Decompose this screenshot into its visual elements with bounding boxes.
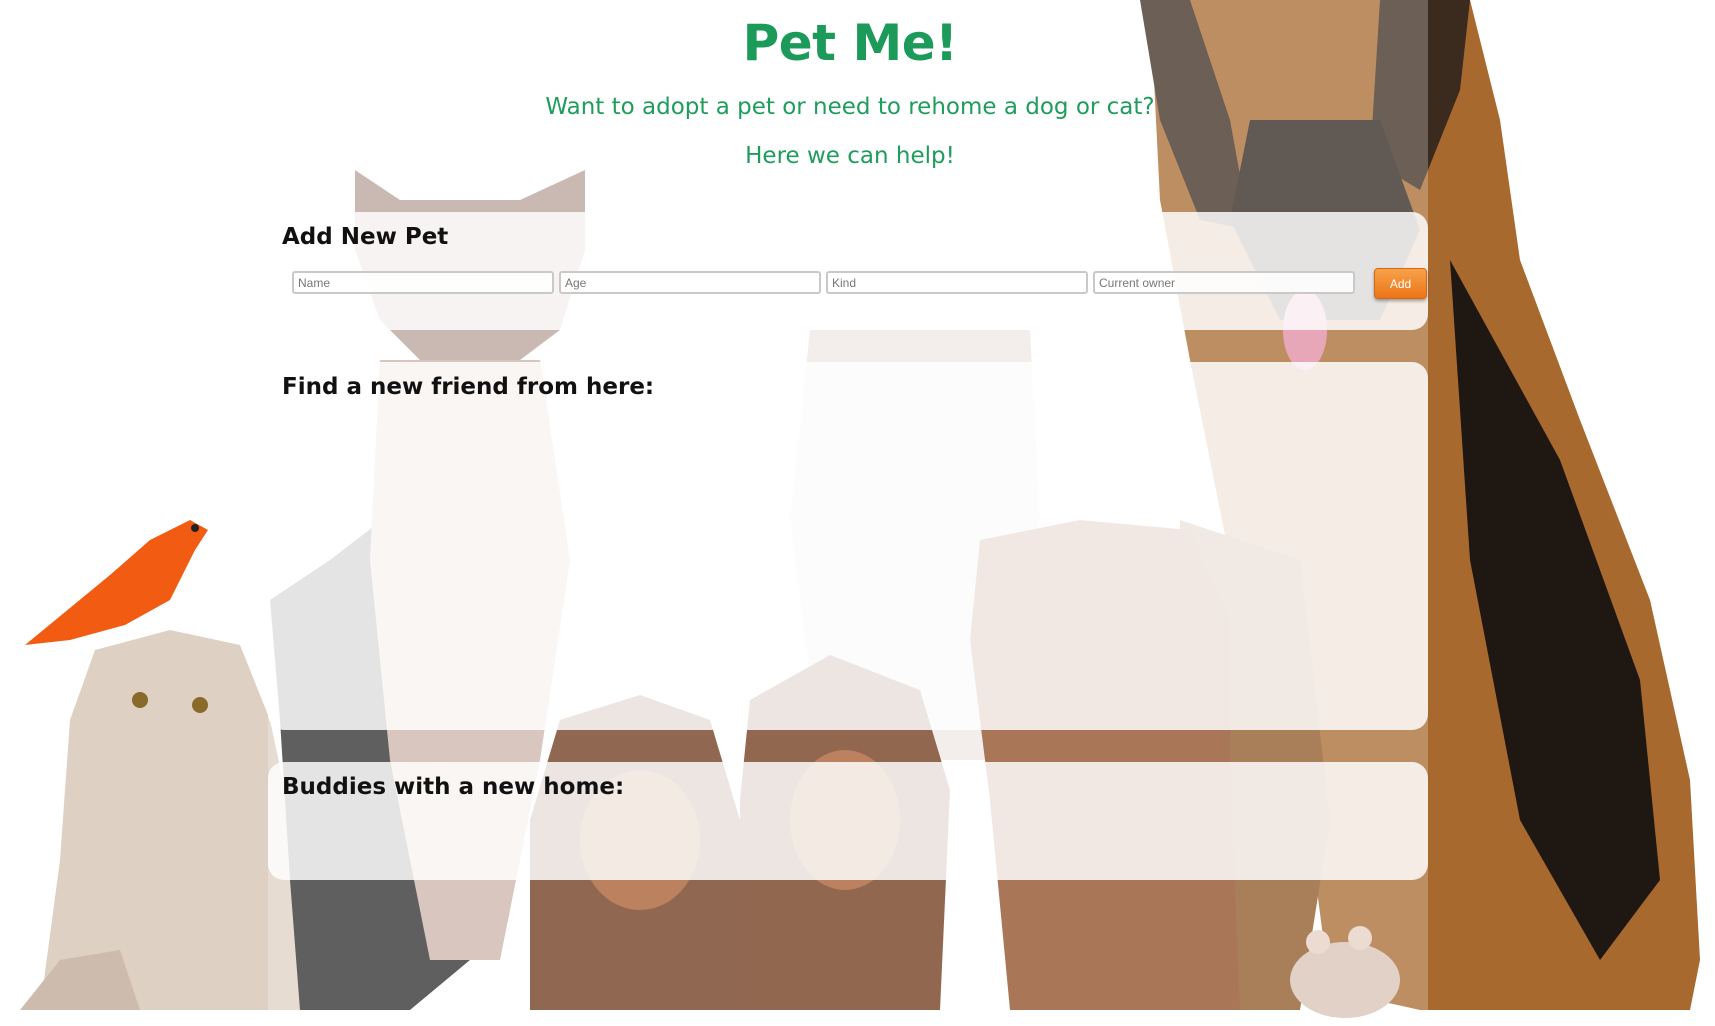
kitten-shape: [20, 630, 310, 1010]
add-pet-button[interactable]: Add: [1374, 268, 1427, 299]
pet-kind-input[interactable]: [826, 271, 1088, 294]
adopted-pets-heading: Buddies with a new home:: [282, 774, 625, 800]
page-title: Pet Me!: [742, 14, 958, 72]
available-pets-panel: Find a new friend from here:: [268, 362, 1428, 730]
add-pet-panel: Add New Pet Add: [268, 212, 1428, 330]
add-pet-heading: Add New Pet: [282, 224, 449, 250]
current-owner-input[interactable]: [1093, 271, 1355, 294]
pet-age-input[interactable]: [559, 271, 821, 294]
adopted-pets-panel: Buddies with a new home:: [268, 762, 1428, 880]
bird-shape: [25, 520, 208, 645]
available-pets-heading: Find a new friend from here:: [282, 374, 655, 400]
pet-name-input[interactable]: [292, 271, 554, 294]
tagline-adopt: Want to adopt a pet or need to rehome a …: [545, 94, 1155, 120]
tagline-help: Here we can help!: [745, 143, 955, 169]
add-pet-form: Add: [292, 268, 1427, 304]
page: Pet Me! Want to adopt a pet or need to r…: [0, 0, 1715, 1026]
